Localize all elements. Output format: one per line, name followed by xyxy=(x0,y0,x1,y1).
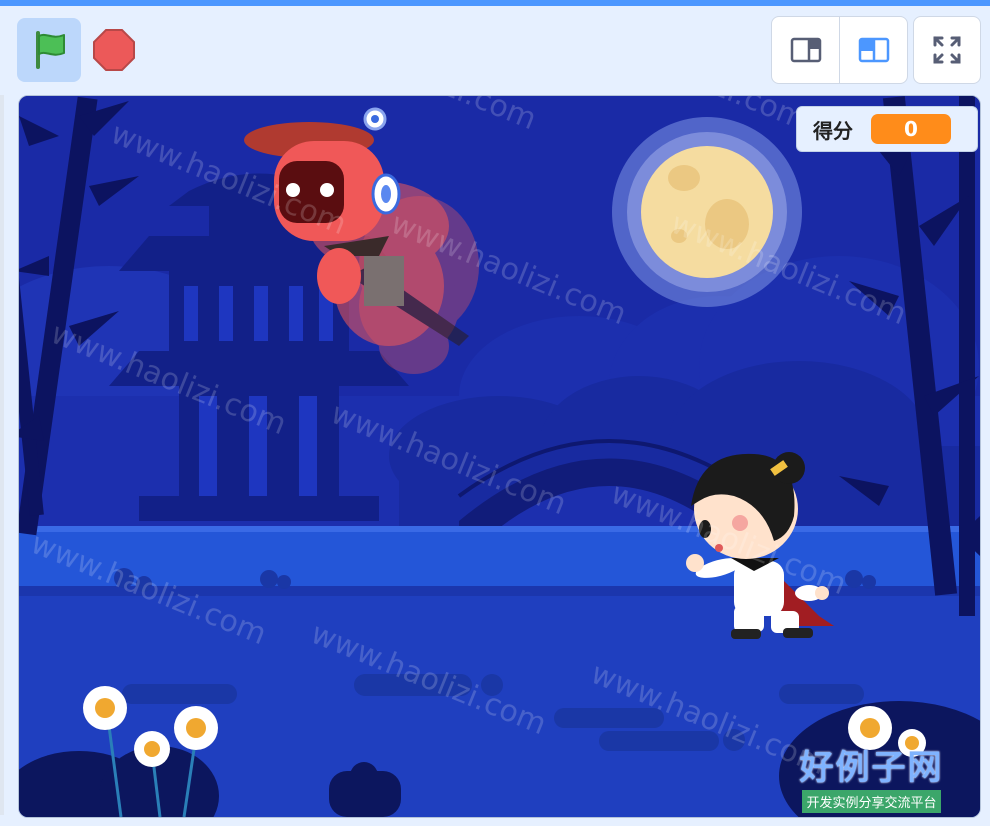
lake xyxy=(19,526,980,596)
moon xyxy=(612,117,802,307)
stage-controls xyxy=(0,6,990,92)
stop-button[interactable] xyxy=(90,26,138,74)
large-stage-icon xyxy=(858,37,889,63)
stop-sign-icon xyxy=(93,29,135,71)
green-flag-icon xyxy=(36,31,65,69)
small-stage-button[interactable] xyxy=(772,17,839,83)
watermark-logo-subtitle: 开发实例分享交流平台 xyxy=(802,790,941,813)
large-stage-button[interactable] xyxy=(839,17,907,83)
sidebar-edge xyxy=(0,95,4,815)
fullscreen-icon xyxy=(933,36,961,64)
watermark-logo: 好例子网 开发实例分享交流平台 xyxy=(789,748,954,817)
fullscreen-button[interactable] xyxy=(913,16,981,84)
small-stage-icon xyxy=(790,37,821,63)
score-label: 得分 xyxy=(813,118,853,143)
green-flag-button[interactable] xyxy=(17,18,81,82)
stage[interactable]: www.haolizi.com www.haolizi.com www.haol… xyxy=(18,95,981,818)
stage-scene xyxy=(19,96,980,817)
score-monitor: 得分 0 xyxy=(796,106,978,152)
score-value: 0 xyxy=(871,114,951,144)
watermark-logo-title: 好例子网 xyxy=(799,748,944,788)
stage-size-toggle xyxy=(771,16,908,84)
